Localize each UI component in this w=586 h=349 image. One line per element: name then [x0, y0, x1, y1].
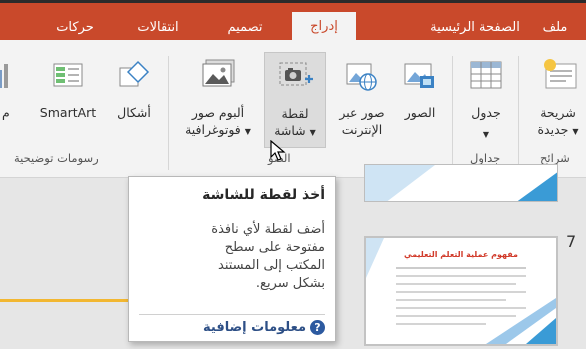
group-separator — [452, 56, 453, 170]
group-label-slides: شرائح — [540, 151, 570, 165]
ribbon-panel: شريحة ▼ جديدة شرائح جدول ▼ جداول الصور ص… — [0, 40, 586, 178]
new-slide-icon — [542, 58, 582, 96]
help-icon: ? — [310, 320, 325, 335]
chart-icon — [0, 62, 10, 94]
table-icon — [468, 58, 504, 96]
online-pictures-label-2: الإنترنت — [341, 122, 383, 137]
new-slide-label-2: جديدة — [537, 122, 569, 137]
tooltip-title: أخذ لقطة للشاشة — [202, 187, 325, 203]
screenshot-label-2: شاشة — [274, 123, 306, 138]
new-slide-button[interactable]: شريحة ▼ جديدة — [528, 54, 586, 144]
dropdown-caret-icon: ▼ — [572, 127, 579, 136]
tooltip-body-line: المكتب إلى المستند — [218, 258, 325, 273]
online-pictures-icon — [344, 58, 380, 96]
tab-insert[interactable]: إدراج — [292, 12, 356, 43]
smartart-button[interactable]: SmartArt — [30, 54, 106, 144]
group-separator — [518, 56, 519, 170]
photo-album-button[interactable]: ألبوم صور ▼ فوتوغرافية — [176, 54, 260, 144]
screenshot-tooltip: أخذ لقطة للشاشة أضف لقطة لأي نافذة مفتوح… — [128, 176, 336, 342]
pictures-label: الصور — [404, 105, 436, 120]
slide-thumbnail[interactable] — [364, 164, 558, 202]
online-pictures-button[interactable]: صور عبر الإنترنت — [332, 54, 392, 144]
tooltip-body-line: مفتوحة على سطح — [224, 240, 325, 255]
online-pictures-label-1: صور عبر — [339, 105, 385, 120]
table-label: جدول — [471, 105, 501, 120]
new-slide-label-1: شريحة — [540, 105, 576, 120]
dropdown-caret-icon: ▼ — [482, 130, 490, 139]
screenshot-label-1: لقطة — [281, 106, 309, 121]
mouse-cursor-icon — [270, 139, 286, 166]
tooltip-more-info-link[interactable]: ? معلومات إضافية — [203, 320, 325, 335]
tooltip-divider — [139, 314, 325, 315]
shapes-button[interactable]: أشكال — [106, 54, 162, 144]
tooltip-body-line: بشكل سريع. — [255, 276, 325, 291]
group-label-tables: جداول — [470, 151, 501, 165]
smartart-label: SmartArt — [39, 105, 97, 120]
photo-album-label-2: فوتوغرافية — [185, 122, 241, 137]
table-button[interactable]: جدول ▼ — [458, 54, 514, 144]
shapes-icon — [116, 58, 152, 96]
screenshot-button[interactable]: لقطة ▼ شاشة — [264, 52, 326, 148]
pictures-button[interactable]: الصور — [394, 54, 446, 144]
group-label-illustrations: رسومات توضيحية — [14, 151, 99, 165]
chart-label-partial: م — [2, 105, 10, 120]
slide-number: 7 — [566, 232, 577, 251]
tooltip-body-line: أضف لقطة لأي نافذة — [211, 222, 325, 237]
dropdown-caret-icon: ▼ — [309, 128, 316, 137]
photo-album-icon — [200, 58, 238, 96]
chart-button[interactable]: م — [0, 54, 28, 144]
slide-thumbnail[interactable]: مفهوم عملية التعلم التعليمي — [364, 236, 558, 346]
screenshot-icon — [277, 59, 315, 97]
tooltip-body: أضف لقطة لأي نافذة مفتوحة على سطح المكتب… — [175, 221, 325, 293]
smartart-icon — [50, 58, 86, 96]
photo-album-label-1: ألبوم صور — [191, 105, 245, 120]
ribbon-tab-bar: ملف الصفحة الرئيسية إدراج تصميم انتقالات… — [0, 0, 586, 43]
group-separator — [168, 56, 169, 170]
dropdown-caret-icon: ▼ — [244, 127, 251, 136]
slide-thumbnail-title: مفهوم عملية التعلم التعليمي — [403, 250, 519, 259]
slide-design-decoration — [365, 165, 557, 201]
pictures-icon — [402, 58, 438, 96]
tooltip-more-info-label: معلومات إضافية — [203, 320, 306, 335]
shapes-label: أشكال — [117, 105, 151, 120]
